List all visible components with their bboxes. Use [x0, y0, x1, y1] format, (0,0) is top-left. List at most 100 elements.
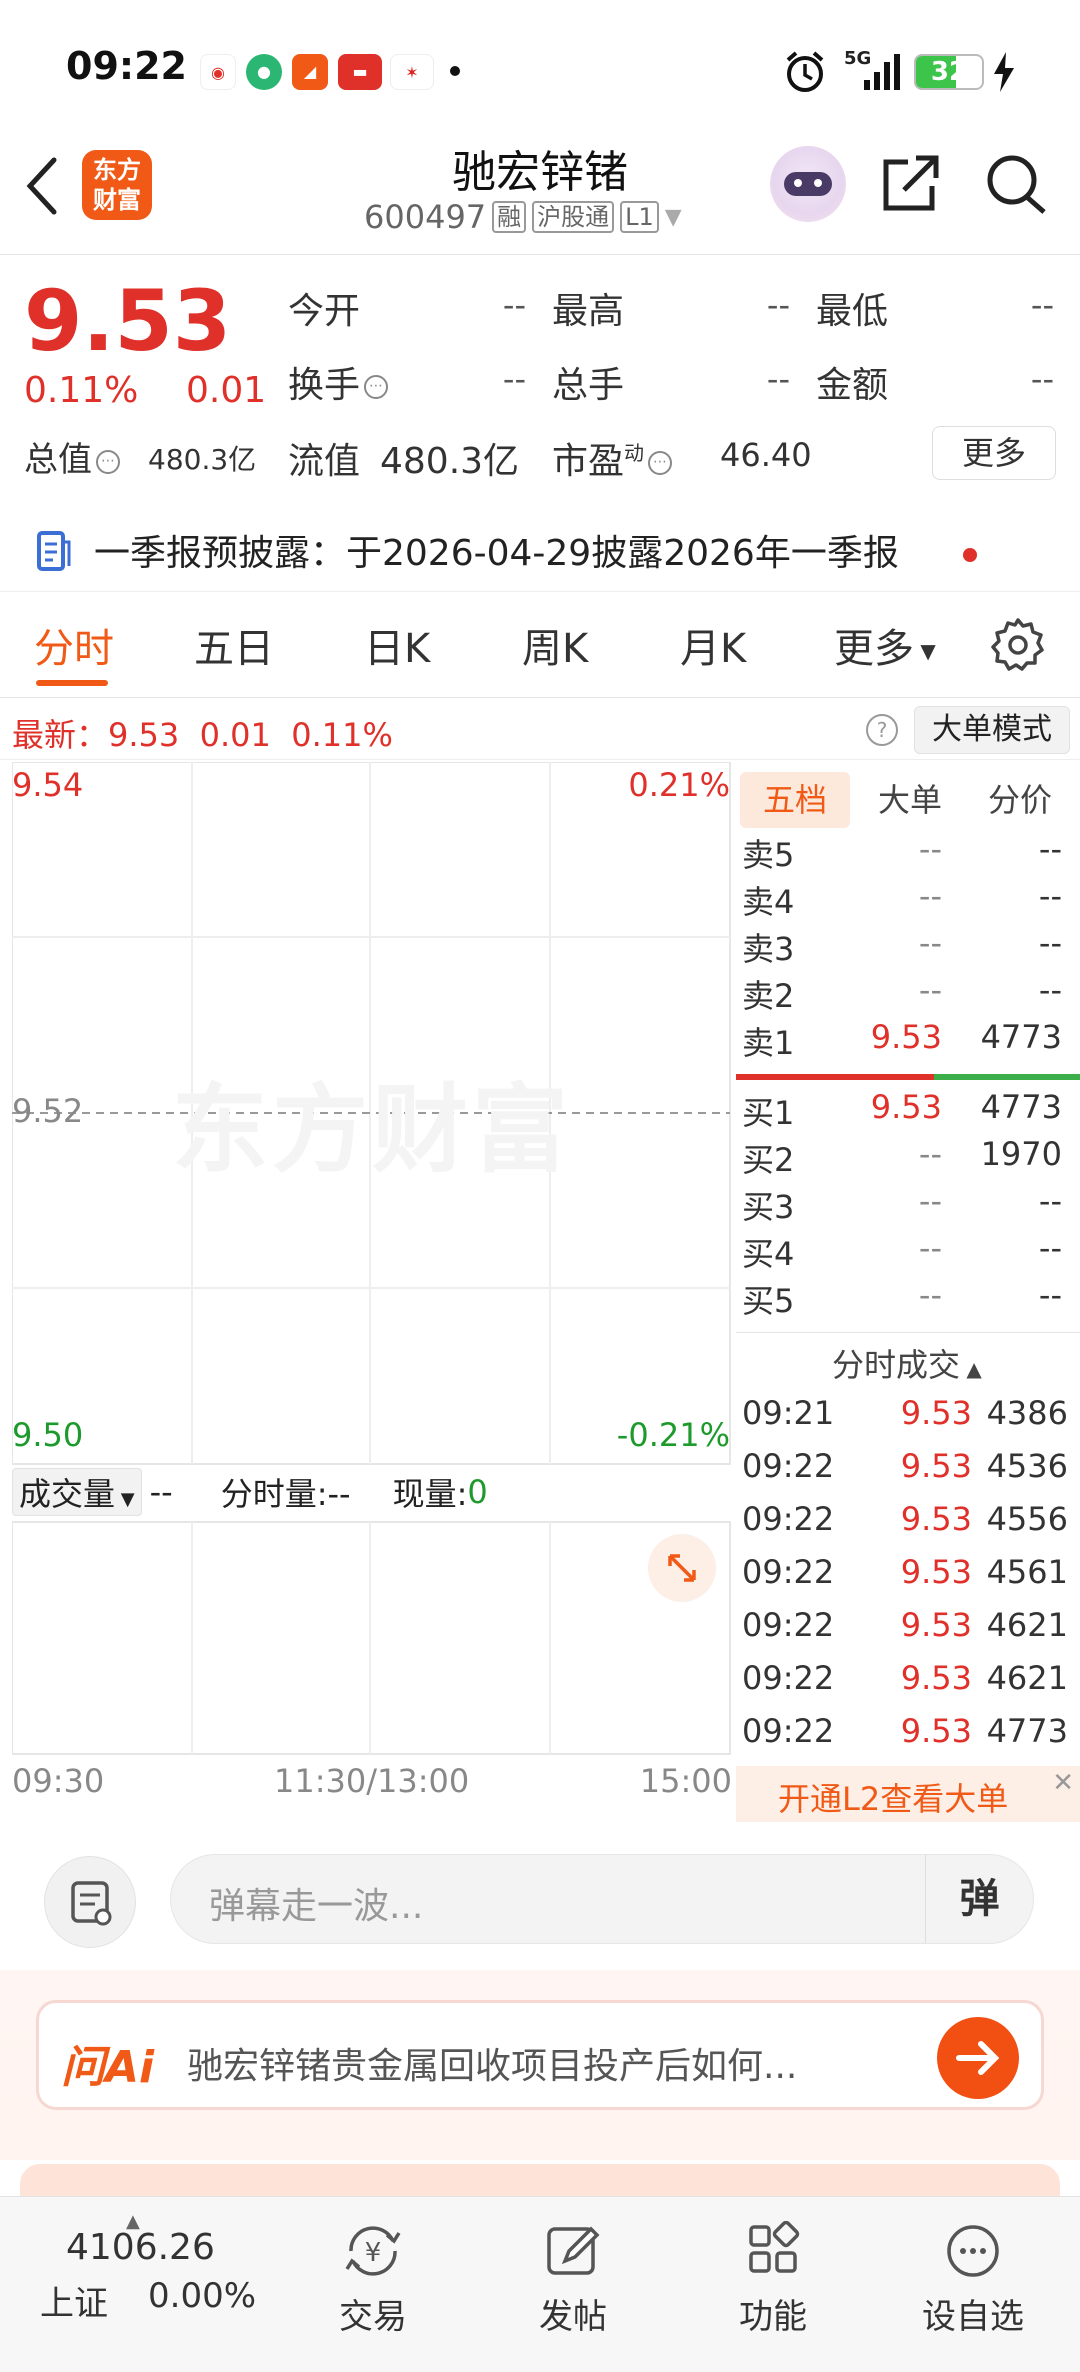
- total-volume-value: --: [766, 360, 790, 398]
- market-cap-label: 总值 ⋯: [24, 432, 120, 481]
- ai-assistant-avatar[interactable]: [770, 146, 846, 222]
- ask-volume: --: [1038, 830, 1062, 868]
- nav-functions[interactable]: 功能: [698, 2221, 848, 2338]
- ai-submit-button[interactable]: [937, 2017, 1019, 2099]
- tick-trades-title[interactable]: 分时成交 ▲: [832, 1340, 982, 1386]
- danmu-bar: 弹幕走一波... 弹: [0, 1820, 1080, 1950]
- index-ticker[interactable]: ▲ 4106.26 上证 0.00%: [40, 2213, 300, 2325]
- help-icon[interactable]: ?: [866, 714, 898, 746]
- back-button[interactable]: [24, 156, 60, 216]
- volume-indicator-select[interactable]: 成交量 ▼: [12, 1468, 142, 1516]
- margin-tag: 融: [492, 201, 527, 233]
- ask-level-label: 卖4: [742, 883, 795, 921]
- unread-dot: [963, 548, 977, 562]
- big-order-mode-button[interactable]: 大单模式: [914, 706, 1070, 754]
- nav-post[interactable]: 发帖: [498, 2221, 648, 2338]
- tab-monthly-k[interactable]: 月K: [680, 616, 746, 674]
- amount-value: --: [1030, 360, 1054, 398]
- status-time: 09:22: [66, 44, 187, 88]
- current-volume-value: 0: [467, 1473, 488, 1511]
- tab-daily-k[interactable]: 日K: [364, 616, 430, 674]
- l2-upsell-text: 开通L2查看大单: [778, 1780, 1009, 1818]
- current-volume-label: 现量:: [392, 1475, 468, 1513]
- open-label: 今开: [288, 291, 361, 332]
- y-axis-min: 9.50: [12, 1416, 84, 1454]
- tick-time: 09:22: [742, 1553, 835, 1591]
- bid-row: 买5 -- --: [742, 1276, 1072, 1324]
- ask-row: 卖4 -- --: [742, 877, 1072, 925]
- ask-ratio-bar: [736, 1074, 934, 1080]
- ask-level-label: 卖2: [742, 977, 795, 1015]
- y-axis-mid: 9.52: [12, 1092, 84, 1130]
- danmu-placeholder: 弹幕走一波...: [209, 1886, 424, 1927]
- eastmoney-app-icon: ◢: [292, 54, 328, 90]
- tab-five-day[interactable]: 五日: [194, 616, 274, 674]
- chart-period-tabs: 分时 五日 日K 周K 月K 更多 ▼: [0, 594, 1080, 698]
- pe-label: 市盈动 ⋯: [552, 432, 673, 484]
- tick-time: 09:22: [742, 1447, 835, 1485]
- level1-tag: L1: [620, 201, 659, 233]
- change-amount: 0.01: [186, 370, 267, 411]
- tab-price-distribution[interactable]: 分价: [970, 772, 1070, 828]
- bid-row: 买4 -- --: [742, 1229, 1072, 1277]
- tick-volume: 4621: [986, 1659, 1068, 1697]
- tick-price: 9.53: [900, 1659, 972, 1697]
- chart-grid: [12, 762, 731, 1755]
- info-icon[interactable]: ⋯: [648, 451, 673, 475]
- tab-more[interactable]: 更多 ▼: [834, 616, 936, 674]
- tick-volume: 4386: [986, 1394, 1068, 1432]
- latest-price-row: 最新：9.53 0.01 0.11% ? 大单模式: [0, 700, 1080, 760]
- tick-price: 9.53: [900, 1447, 972, 1485]
- tick-price: 9.53: [900, 1553, 972, 1591]
- info-icon[interactable]: ⋯: [96, 449, 120, 474]
- more-quote-button[interactable]: 更多: [932, 426, 1056, 480]
- notes-icon: [71, 1881, 112, 1926]
- tick-row: 09:22 9.53 4621: [742, 1606, 1072, 1658]
- eastmoney-logo[interactable]: 东方财富: [82, 150, 152, 220]
- notes-button[interactable]: [44, 1856, 136, 1948]
- tick-row: 09:22 9.53 4536: [742, 1447, 1072, 1499]
- ask-row: 卖1 9.53 4773: [742, 1018, 1072, 1066]
- nav-watchlist[interactable]: 设自选: [898, 2221, 1048, 2338]
- tab-big-orders[interactable]: 大单: [860, 772, 960, 828]
- close-icon[interactable]: ✕: [1052, 1768, 1074, 1798]
- settings-gear-icon[interactable]: [990, 616, 1046, 672]
- bid-level-label: 买3: [742, 1188, 795, 1226]
- tick-time: 09:21: [742, 1394, 835, 1432]
- nav-trade[interactable]: ¥ 交易: [298, 2221, 448, 2338]
- market-cap-value: 480.3亿: [148, 443, 257, 476]
- charging-icon: [994, 52, 1014, 92]
- danmu-input[interactable]: 弹幕走一波... 弹: [170, 1854, 1034, 1944]
- float-cap-value: 480.3亿: [380, 441, 520, 482]
- tick-time: 09:22: [742, 1606, 835, 1644]
- intraday-chart[interactable]: 东方财富 9.54 0.21% 9.52 9.50 -0.21% 成交量 ▼ -…: [12, 762, 732, 1822]
- stock-code-row[interactable]: 600497 融 沪股通 L1 ▼: [364, 198, 682, 236]
- tab-intraday[interactable]: 分时: [34, 616, 114, 674]
- nav-post-label: 发帖: [539, 2297, 607, 2337]
- map-app-icon: ◉: [200, 54, 236, 90]
- info-icon[interactable]: ⋯: [364, 375, 389, 399]
- search-icon[interactable]: [986, 152, 1048, 216]
- active-tab-indicator: [36, 680, 108, 686]
- divider: [736, 1332, 1080, 1333]
- l2-upsell-banner[interactable]: 开通L2查看大单 ✕: [736, 1766, 1080, 1822]
- expand-chart-button[interactable]: [648, 1534, 716, 1602]
- nav-watchlist-label: 设自选: [922, 2297, 1024, 2337]
- chart-watermark: 东方财富: [172, 1074, 572, 1186]
- danmu-toggle-button[interactable]: 弹: [925, 1855, 1033, 1943]
- tick-row: 09:21 9.53 4386: [742, 1394, 1072, 1446]
- alarm-icon: [786, 51, 824, 92]
- sort-triangle-icon: ▲: [960, 1357, 982, 1381]
- tab-weekly-k[interactable]: 周K: [522, 616, 588, 674]
- x-axis-mid: 11:30/13:00: [274, 1762, 470, 1800]
- x-axis-end: 15:00: [639, 1762, 732, 1800]
- ai-question-box[interactable]: 问Ai 驰宏锌锗贵金属回收项目投产后如何...: [36, 2000, 1044, 2110]
- arrow-right-icon: [956, 2041, 1000, 2075]
- announcement-bar[interactable]: 一季报预披露：于2026-04-29披露2026年一季报: [0, 512, 1080, 592]
- hk-connect-tag: 沪股通: [532, 201, 615, 233]
- share-icon[interactable]: [880, 152, 940, 216]
- ai-logo: 问Ai: [61, 2042, 155, 2093]
- ask-row: 卖3 -- --: [742, 924, 1072, 972]
- tab-five-levels[interactable]: 五档: [740, 772, 850, 828]
- index-change: 0.00%: [148, 2276, 257, 2316]
